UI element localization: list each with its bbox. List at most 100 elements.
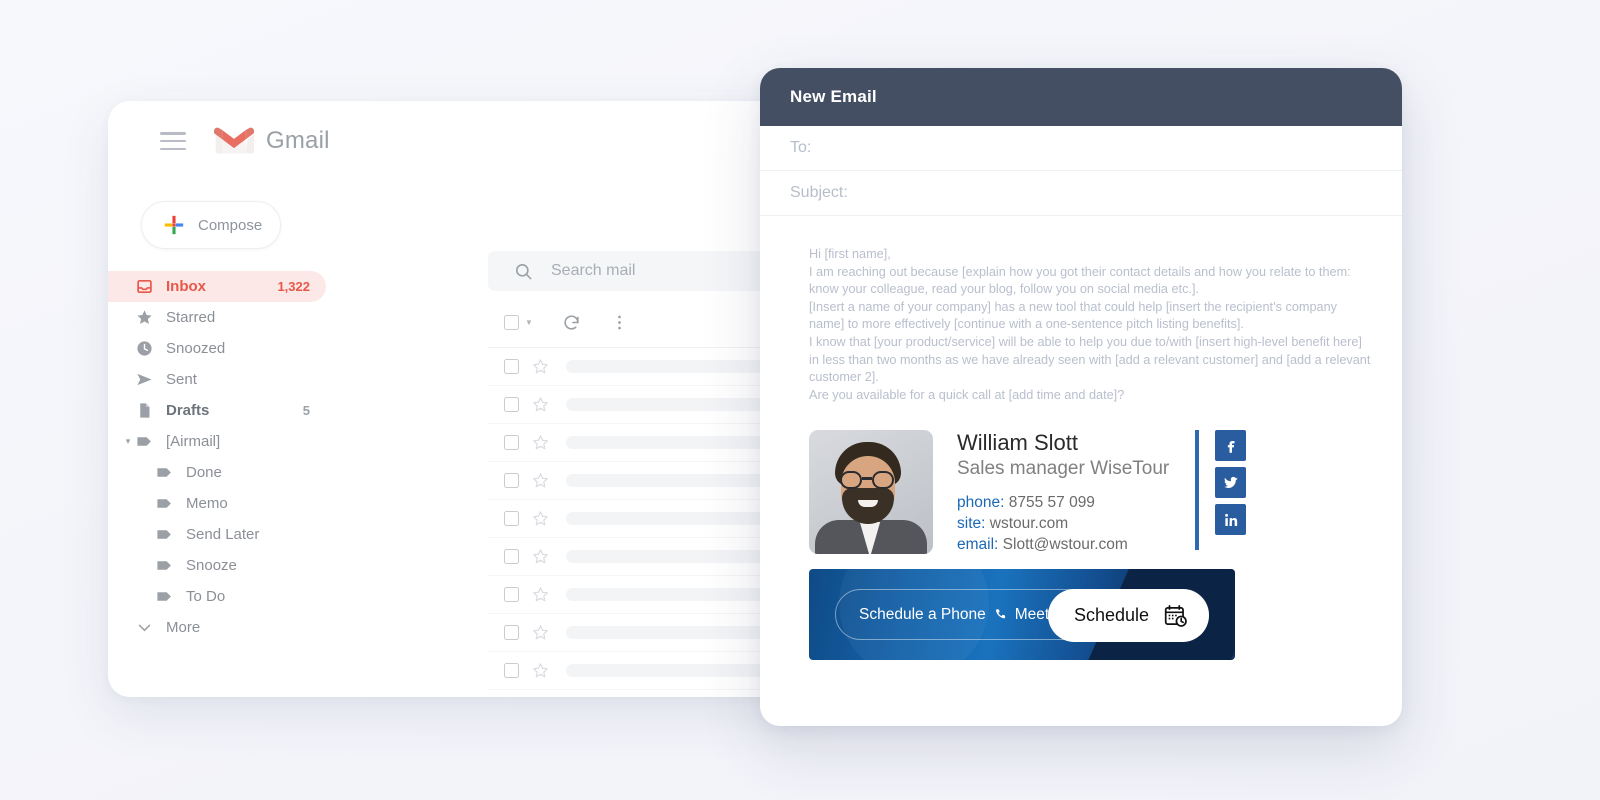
email-body-line: I know that [your product/service] will … (809, 334, 1362, 349)
subject-label: Subject: (790, 184, 848, 201)
chevron-down-icon[interactable]: ▼ (525, 318, 533, 327)
star-icon[interactable] (532, 510, 549, 527)
contact-key: site: (957, 515, 986, 533)
label-icon (136, 433, 166, 450)
sidebar-item-label: Snoozed (166, 340, 226, 357)
row-checkbox[interactable] (504, 587, 519, 602)
star-icon[interactable] (532, 358, 549, 375)
row-checkbox[interactable] (504, 511, 519, 526)
signature-role: Sales manager WiseTour (957, 458, 1170, 480)
row-checkbox[interactable] (504, 397, 519, 412)
inbox-icon (136, 278, 166, 295)
sidebar-item-snooze[interactable]: Snooze (108, 550, 326, 581)
label-icon (156, 557, 186, 574)
drafts-count-badge: 5 (302, 403, 310, 418)
email-body-line: Are you available for a quick call at [a… (809, 387, 1125, 402)
schedule-button-label: Schedule (1073, 605, 1149, 626)
email-body-line: name] to more effectively [continue with… (809, 317, 1244, 332)
email-body-text: Hi [first name], I am reaching out becaus… (809, 246, 1372, 404)
schedule-banner[interactable]: Schedule a Phone Meeting Schedule (809, 569, 1235, 661)
row-checkbox[interactable] (504, 549, 519, 564)
sidebar-item-starred[interactable]: Starred (108, 302, 326, 333)
contact-key: email: (957, 536, 999, 554)
plus-icon (164, 215, 184, 235)
sidebar-item-more[interactable]: More (108, 612, 326, 643)
star-icon[interactable] (532, 662, 549, 679)
chevron-down-icon[interactable]: ▾ (120, 436, 136, 447)
phone-icon (995, 609, 1005, 619)
email-signature: William Slott Sales manager WiseTour pho… (809, 430, 1372, 555)
email-body-line: [Insert a name of your company] has a ne… (809, 299, 1337, 314)
sidebar-item-label: Starred (166, 309, 216, 326)
sidebar-item-label: More (166, 619, 201, 636)
label-icon (156, 588, 186, 605)
email-body[interactable]: Hi [first name], I am reaching out becaus… (760, 216, 1402, 661)
inbox-count-badge: 1,322 (277, 279, 310, 294)
refresh-icon[interactable] (562, 313, 581, 332)
sidebar-item-done[interactable]: Done (108, 457, 326, 488)
gmail-window: Gmail Search mail Compose Inbox 1,322 St… (108, 101, 808, 697)
star-icon[interactable] (532, 548, 549, 565)
social-links (1215, 430, 1246, 536)
signature-contacts: phone: 8755 57 099 site: wstour.com emai… (957, 492, 1185, 555)
banner-text: Schedule a Phone Meeting (859, 606, 1070, 624)
row-checkbox[interactable] (504, 473, 519, 488)
chevron-down-icon (136, 619, 166, 636)
draft-icon (136, 402, 166, 419)
select-all-checkbox[interactable]: ▼ (504, 314, 533, 330)
search-icon (515, 263, 532, 279)
signature-divider (1195, 430, 1199, 551)
email-body-line: in less than two months as we have alrea… (809, 352, 1371, 367)
star-icon (136, 309, 166, 326)
contact-key: phone: (957, 494, 1005, 512)
sidebar-item-label: [Airmail] (166, 433, 221, 450)
sidebar-item-drafts[interactable]: Drafts 5 (108, 395, 326, 426)
sidebar-item-label: Snooze (186, 557, 237, 574)
star-icon[interactable] (532, 396, 549, 413)
sidebar-item-memo[interactable]: Memo (108, 488, 326, 519)
sidebar-item-sent[interactable]: Sent (108, 364, 326, 395)
sidebar-item-send-later[interactable]: Send Later (108, 519, 326, 550)
row-checkbox[interactable] (504, 359, 519, 374)
row-checkbox[interactable] (504, 625, 519, 640)
banner-pill: Schedule a Phone Meeting Schedule (835, 589, 1209, 643)
sidebar-item-label: Send Later (186, 526, 260, 543)
clock-icon (136, 340, 166, 357)
linkedin-icon[interactable] (1215, 504, 1246, 536)
star-icon[interactable] (532, 472, 549, 489)
twitter-icon[interactable] (1215, 467, 1246, 499)
signature-name: William Slott (957, 430, 1079, 456)
to-field[interactable]: To: (760, 126, 1402, 171)
star-icon[interactable] (532, 586, 549, 603)
hamburger-menu-icon[interactable] (160, 132, 186, 150)
sidebar-item-label: To Do (186, 588, 226, 605)
subject-field[interactable]: Subject: (760, 171, 1402, 216)
facebook-icon[interactable] (1215, 430, 1246, 462)
more-vertical-icon[interactable] (610, 313, 629, 332)
panel-title: New Email (790, 87, 877, 106)
banner-text-before: Schedule a Phone (859, 605, 986, 623)
compose-label: Compose (198, 216, 263, 234)
to-label: To: (790, 139, 812, 156)
compose-button[interactable]: Compose (141, 201, 281, 249)
contact-phone: phone: 8755 57 099 (957, 492, 1185, 513)
search-placeholder: Search mail (551, 262, 636, 279)
sidebar-item-to-do[interactable]: To Do (108, 581, 326, 612)
email-body-line: know your colleague, read your blog, fol… (809, 282, 1200, 297)
sidebar-item-airmail[interactable]: ▾ [Airmail] (108, 426, 326, 457)
sidebar-item-label: Memo (186, 495, 228, 512)
row-checkbox[interactable] (504, 435, 519, 450)
sidebar-item-inbox[interactable]: Inbox 1,322 (108, 271, 326, 302)
email-body-line: Hi [first name], (809, 247, 891, 261)
signature-info: William Slott Sales manager WiseTour pho… (957, 430, 1185, 555)
star-icon[interactable] (532, 624, 549, 641)
sidebar-item-snoozed[interactable]: Snoozed (108, 333, 326, 364)
label-icon (156, 495, 186, 512)
contact-value: Slott@wstour.com (1002, 536, 1128, 554)
contact-value: 8755 57 099 (1008, 494, 1095, 512)
portrait-photo (809, 430, 933, 555)
row-checkbox[interactable] (504, 663, 519, 678)
contact-site: site: wstour.com (957, 513, 1185, 534)
schedule-button[interactable]: Schedule (1047, 589, 1209, 643)
star-icon[interactable] (532, 434, 549, 451)
